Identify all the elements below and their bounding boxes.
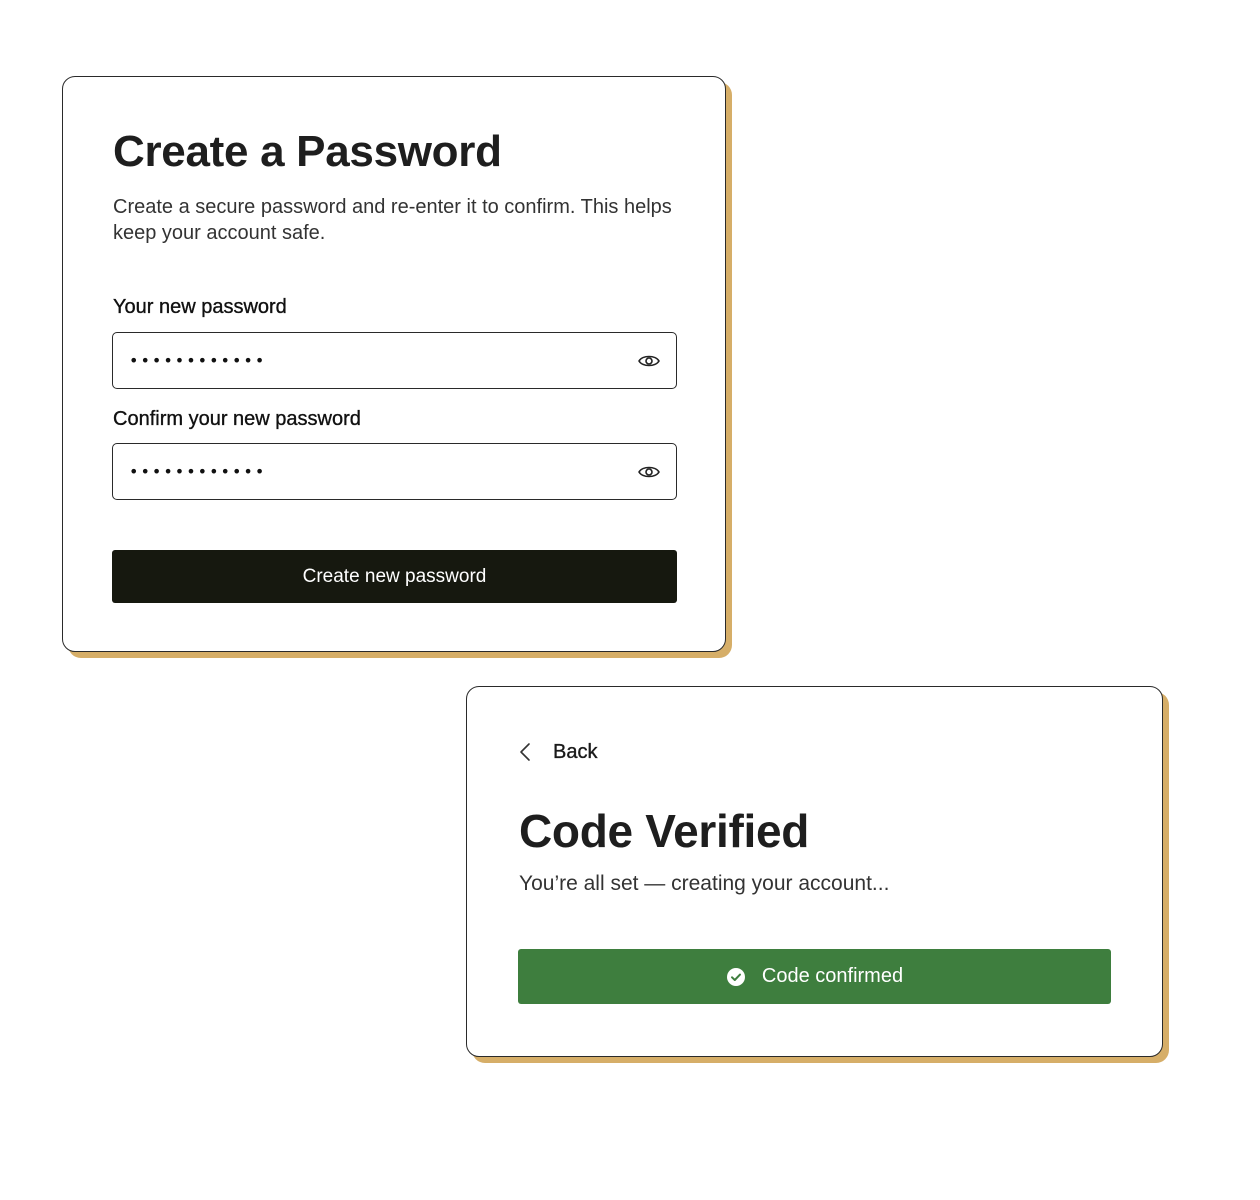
confirm-password-label: Confirm your new password [113, 408, 361, 430]
eye-icon[interactable] [636, 459, 662, 485]
code-verified-card: Back Code Verified You’re all set — crea… [466, 686, 1163, 1057]
verified-subtitle: You’re all set — creating your account..… [519, 872, 890, 895]
eye-icon[interactable] [636, 348, 662, 374]
code-confirmed-label: Code confirmed [761, 965, 904, 987]
code-confirmed-button[interactable]: Code confirmed [518, 949, 1111, 1004]
check-circle-icon [726, 967, 746, 987]
new-password-input[interactable] [129, 333, 609, 388]
back-button[interactable]: Back [519, 737, 598, 767]
confirm-password-input[interactable] [129, 444, 609, 499]
create-password-card: Create a Password Create a secure passwo… [62, 76, 726, 652]
confirm-password-field [112, 443, 677, 500]
page-subtitle: Create a secure password and re-enter it… [113, 196, 672, 244]
page-title: Create a Password [113, 127, 502, 176]
create-password-button[interactable]: Create new password [112, 550, 677, 603]
back-label: Back [553, 740, 598, 763]
new-password-field [112, 332, 677, 389]
verified-title: Code Verified [519, 805, 810, 857]
chevron-left-icon [519, 737, 537, 767]
new-password-label: Your new password [113, 296, 287, 318]
